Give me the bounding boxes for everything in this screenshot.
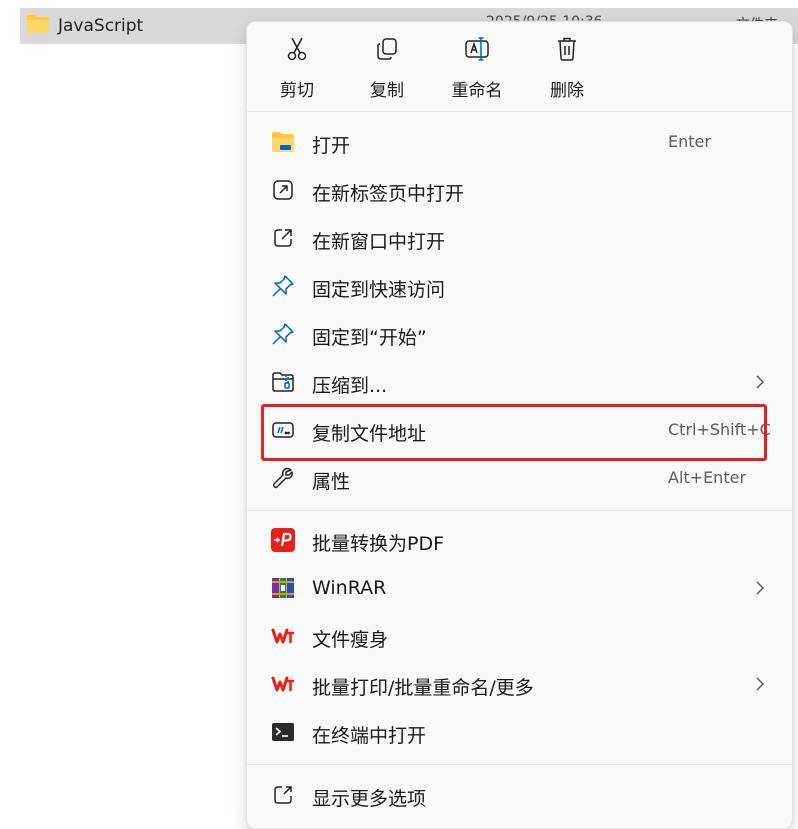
context-menu-toolbar: 剪切 复制 重命名 删除 — [247, 22, 792, 110]
menu-item-open-new-window[interactable]: 在新窗口中打开 — [247, 216, 792, 260]
menu-item-pin-start[interactable]: 固定到“开始” — [247, 312, 792, 356]
menu-item-shortcut: Ctrl+Shift+C — [668, 420, 771, 439]
wps-icon — [271, 672, 295, 696]
delete-label: 删除 — [550, 81, 584, 101]
menu-item-show-more-options[interactable]: 显示更多选项 — [247, 773, 792, 817]
copy-button[interactable]: 复制 — [347, 36, 427, 102]
menu-separator — [247, 111, 792, 112]
menu-item-pin-quick-access[interactable]: 固定到快速访问 — [247, 264, 792, 308]
menu-item-compress-to[interactable]: 压缩到... — [247, 360, 792, 404]
pin-icon — [271, 274, 295, 298]
menu-item-open[interactable]: 打开 Enter — [247, 120, 792, 164]
pdf-convert-icon — [271, 528, 295, 552]
menu-separator — [247, 764, 792, 765]
menu-item-label: 复制文件地址 — [312, 423, 427, 445]
delete-button[interactable]: 删除 — [527, 36, 607, 102]
menu-item-label: 显示更多选项 — [312, 788, 427, 810]
menu-item-properties[interactable]: 属性 Alt+Enter — [247, 456, 792, 500]
cut-button[interactable]: 剪切 — [257, 36, 337, 102]
menu-item-label: 批量打印/批量重命名/更多 — [312, 677, 534, 699]
rename-label: 重命名 — [451, 81, 503, 101]
copy-path-icon — [271, 418, 295, 442]
menu-item-open-new-tab[interactable]: 在新标签页中打开 — [247, 168, 792, 212]
menu-separator — [247, 510, 792, 511]
menu-item-label: 文件瘦身 — [312, 629, 389, 651]
menu-item-batch-print-rename-more[interactable]: 批量打印/批量重命名/更多 — [247, 662, 792, 706]
menu-item-copy-path[interactable]: 复制文件地址 Ctrl+Shift+C — [247, 408, 792, 452]
open-new-tab-icon — [271, 178, 295, 202]
copy-icon — [374, 36, 400, 62]
menu-item-label: 在新窗口中打开 — [312, 231, 446, 253]
file-name: JavaScript — [58, 16, 144, 36]
open-new-window-icon — [271, 226, 295, 250]
terminal-icon — [271, 720, 295, 744]
menu-item-label: 固定到“开始” — [312, 327, 427, 349]
cut-label: 剪切 — [280, 81, 314, 101]
menu-item-file-slim[interactable]: 文件瘦身 — [247, 614, 792, 658]
wrench-icon — [271, 466, 295, 490]
menu-item-label: WinRAR — [312, 577, 387, 599]
menu-item-label: 打开 — [312, 135, 351, 157]
chevron-right-icon — [756, 375, 764, 389]
show-more-icon — [271, 783, 295, 807]
zip-folder-icon — [271, 370, 295, 394]
rename-button[interactable]: 重命名 — [437, 36, 517, 102]
menu-item-winrar[interactable]: WinRAR — [247, 566, 792, 610]
chevron-right-icon — [756, 677, 764, 691]
context-menu: 剪切 复制 重命名 删除 打开 Enter 在新标签页中打开 在新窗口中打开 固… — [246, 21, 793, 829]
folder-icon — [26, 14, 50, 38]
menu-item-label: 压缩到... — [312, 375, 388, 397]
menu-item-shortcut: Enter — [668, 132, 711, 151]
wps-icon — [271, 624, 295, 648]
folder-icon — [271, 130, 295, 154]
menu-item-shortcut: Alt+Enter — [668, 468, 747, 487]
menu-item-label: 固定到快速访问 — [312, 279, 446, 301]
scissors-icon — [284, 36, 310, 62]
winrar-icon — [271, 576, 295, 600]
menu-item-label: 属性 — [312, 471, 351, 493]
pin-icon — [271, 322, 295, 346]
rename-icon — [464, 36, 490, 62]
chevron-right-icon — [756, 581, 764, 595]
trash-icon — [554, 36, 580, 62]
copy-label: 复制 — [370, 81, 404, 101]
menu-item-label: 在终端中打开 — [312, 725, 427, 747]
menu-item-label: 批量转换为PDF — [312, 533, 445, 555]
menu-item-open-in-terminal[interactable]: 在终端中打开 — [247, 710, 792, 754]
menu-item-label: 在新标签页中打开 — [312, 183, 465, 205]
menu-item-batch-pdf[interactable]: 批量转换为PDF — [247, 518, 792, 562]
